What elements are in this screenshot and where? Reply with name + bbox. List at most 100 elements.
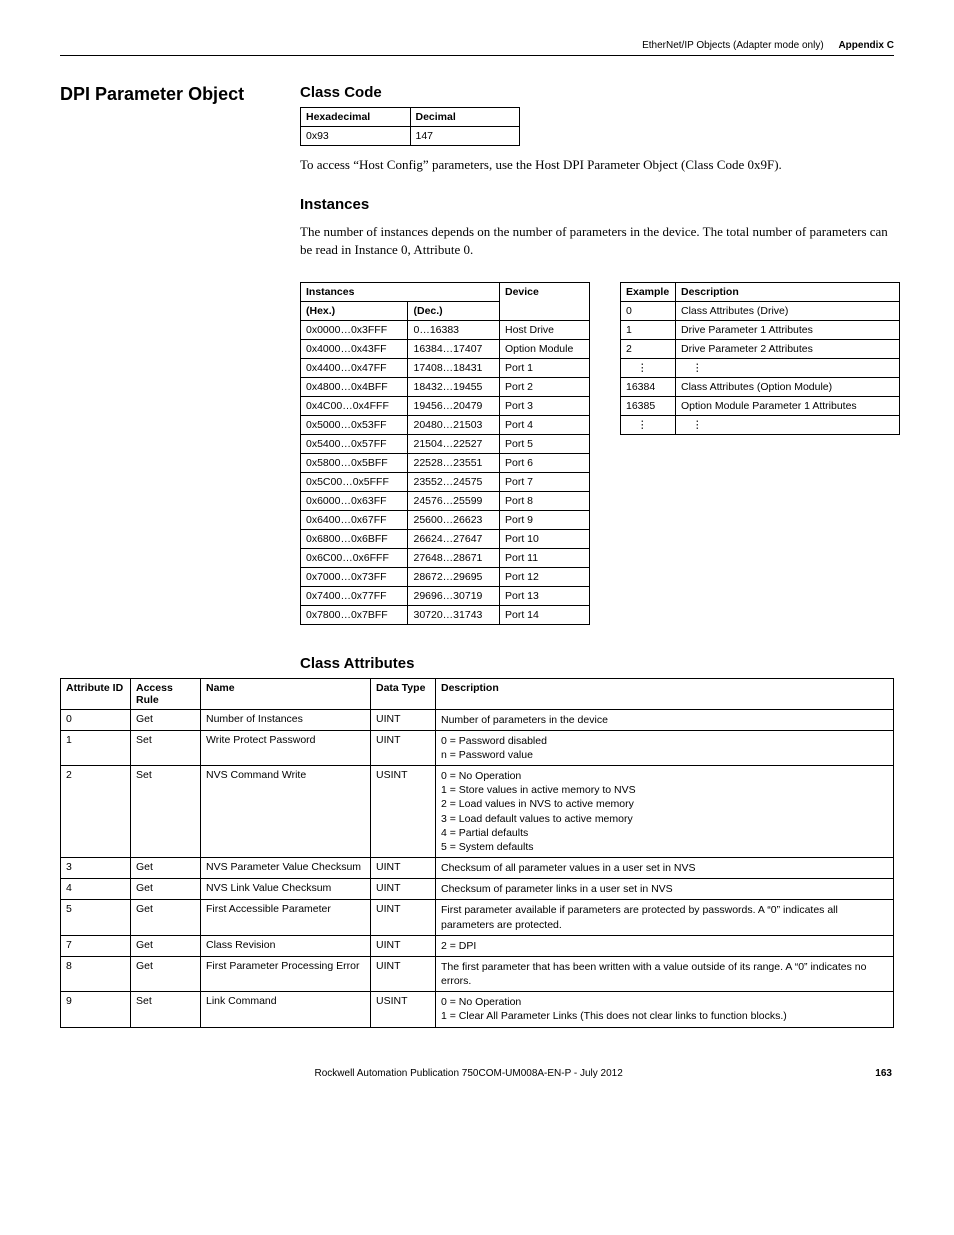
cell: Set [131, 766, 201, 858]
cell: Get [131, 858, 201, 879]
cell: 0x5400…0x57FF [301, 434, 408, 453]
cell: 8 [61, 956, 131, 991]
class-code-note: To access “Host Config” parameters, use … [300, 156, 900, 174]
ex-col-desc: Description [676, 282, 900, 301]
table-row: 2Drive Parameter 2 Attributes [621, 339, 900, 358]
cell: Port 9 [500, 510, 590, 529]
cell: 1 [61, 730, 131, 765]
cell: Port 13 [500, 586, 590, 605]
cell: Class Attributes (Drive) [676, 301, 900, 320]
table-row: 0x7400…0x77FF29696…30719Port 13 [301, 586, 590, 605]
cell: Port 10 [500, 529, 590, 548]
cell: 0 [61, 709, 131, 730]
cell-description: 0 = Password disabledn = Password value [436, 730, 894, 765]
cell: 0x6400…0x67FF [301, 510, 408, 529]
table-row: 0GetNumber of InstancesUINTNumber of par… [61, 709, 894, 730]
table-row: 0x6800…0x6BFF26624…27647Port 10 [301, 529, 590, 548]
cell-description: 0 = No Operation1 = Store values in acti… [436, 766, 894, 858]
cell: 0 [621, 301, 676, 320]
table-row: 0x5800…0x5BFF22528…23551Port 6 [301, 453, 590, 472]
cell: 0x6C00…0x6FFF [301, 548, 408, 567]
cell: 5 [61, 900, 131, 935]
table-row: 0x6C00…0x6FFF27648…28671Port 11 [301, 548, 590, 567]
cell: Drive Parameter 2 Attributes [676, 339, 900, 358]
table-row: 4GetNVS Link Value ChecksumUINTChecksum … [61, 879, 894, 900]
cell: 0…16383 [408, 320, 500, 339]
cell: ⋮ [621, 358, 676, 377]
cell: 0x5800…0x5BFF [301, 453, 408, 472]
cell: NVS Link Value Checksum [201, 879, 371, 900]
cell: 0x0000…0x3FFF [301, 320, 408, 339]
cell: Port 4 [500, 415, 590, 434]
cell: Port 12 [500, 567, 590, 586]
header-appendix: Appendix C [838, 40, 894, 51]
cell: Get [131, 956, 201, 991]
cell: Class Revision [201, 935, 371, 956]
cell: 0x4000…0x43FF [301, 339, 408, 358]
cell: Get [131, 709, 201, 730]
cell-description: Checksum of all parameter values in a us… [436, 858, 894, 879]
cell: Port 14 [500, 605, 590, 624]
cell: ⋮ [621, 415, 676, 434]
cell: 1 [621, 320, 676, 339]
ca-col-id: Attribute ID [61, 678, 131, 709]
table-row: 0x4400…0x47FF17408…18431Port 1 [301, 358, 590, 377]
footer-page-number: 163 [875, 1068, 892, 1079]
footer-publication: Rockwell Automation Publication 750COM-U… [315, 1068, 623, 1079]
ex-col-example: Example [621, 282, 676, 301]
cell: Get [131, 879, 201, 900]
cell: Set [131, 992, 201, 1027]
page-title: DPI Parameter Object [60, 84, 260, 105]
ca-col-name: Name [201, 678, 371, 709]
cell: 0x4800…0x4BFF [301, 377, 408, 396]
cell: Port 8 [500, 491, 590, 510]
cell: Host Drive [500, 320, 590, 339]
cell-description: First parameter available if parameters … [436, 900, 894, 935]
table-row: 0Class Attributes (Drive) [621, 301, 900, 320]
cell: 26624…27647 [408, 529, 500, 548]
cell: 0x7800…0x7BFF [301, 605, 408, 624]
table-row: 5GetFirst Accessible ParameterUINTFirst … [61, 900, 894, 935]
table-row: 0x5000…0x53FF20480…21503Port 4 [301, 415, 590, 434]
cell: UINT [371, 935, 436, 956]
cell: 17408…18431 [408, 358, 500, 377]
cc-hex-val: 0x93 [301, 127, 411, 146]
cell: Port 3 [500, 396, 590, 415]
cell: 9 [61, 992, 131, 1027]
cell: NVS Command Write [201, 766, 371, 858]
cell: NVS Parameter Value Checksum [201, 858, 371, 879]
table-row: 0x5400…0x57FF21504…22527Port 5 [301, 434, 590, 453]
table-row: 0x6400…0x67FF25600…26623Port 9 [301, 510, 590, 529]
cell: 0x4400…0x47FF [301, 358, 408, 377]
cell: 19456…20479 [408, 396, 500, 415]
cell: 16385 [621, 396, 676, 415]
cell: USINT [371, 992, 436, 1027]
cell: Port 2 [500, 377, 590, 396]
cell: 25600…26623 [408, 510, 500, 529]
instances-table: Instances Device (Hex.) (Dec.) 0x0000…0x… [300, 282, 590, 625]
cell: 16384…17407 [408, 339, 500, 358]
table-row: 0x4C00…0x4FFF19456…20479Port 3 [301, 396, 590, 415]
cell: 22528…23551 [408, 453, 500, 472]
cell: Port 7 [500, 472, 590, 491]
instances-heading: Instances [300, 196, 900, 213]
table-row: 2SetNVS Command WriteUSINT0 = No Operati… [61, 766, 894, 858]
table-row: 0x5C00…0x5FFF23552…24575Port 7 [301, 472, 590, 491]
cell: ⋮ [676, 415, 900, 434]
table-row: 1SetWrite Protect PasswordUINT0 = Passwo… [61, 730, 894, 765]
cell: Get [131, 900, 201, 935]
cc-col-dec: Decimal [410, 108, 520, 127]
instances-intro: The number of instances depends on the n… [300, 223, 900, 259]
table-row: 16384Class Attributes (Option Module) [621, 377, 900, 396]
cc-col-hex: Hexadecimal [301, 108, 411, 127]
inst-col-device: Device [500, 282, 590, 320]
cell: Class Attributes (Option Module) [676, 377, 900, 396]
cell: 2 [621, 339, 676, 358]
table-row: 0x0000…0x3FFF0…16383Host Drive [301, 320, 590, 339]
cell: Number of Instances [201, 709, 371, 730]
inst-col-hex: (Hex.) [301, 301, 408, 320]
cell: 18432…19455 [408, 377, 500, 396]
cell: 30720…31743 [408, 605, 500, 624]
cell: Drive Parameter 1 Attributes [676, 320, 900, 339]
cell: 28672…29695 [408, 567, 500, 586]
